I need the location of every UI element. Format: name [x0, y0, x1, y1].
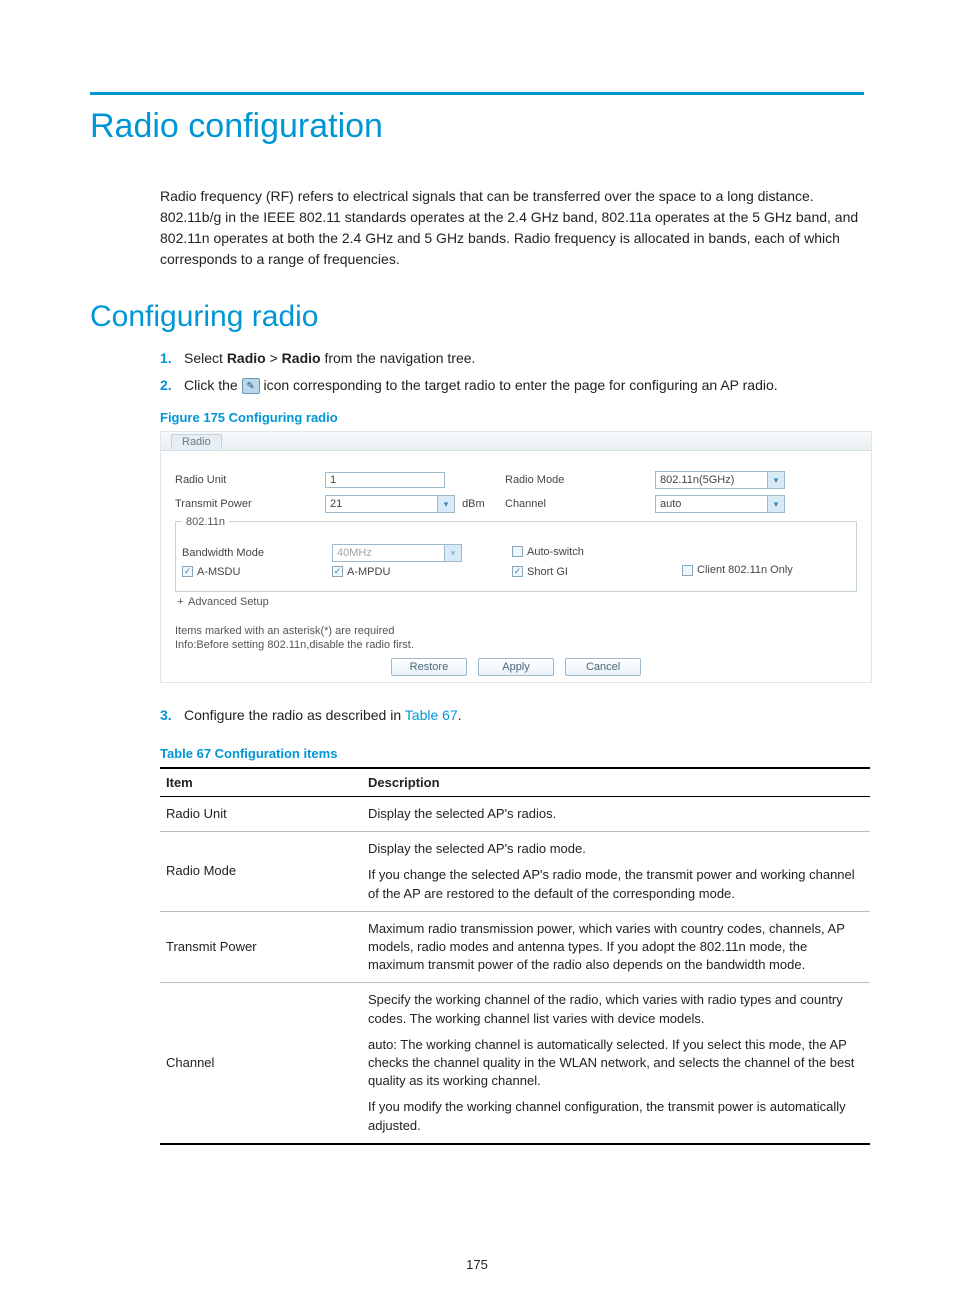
step-1-text-pre: Select [184, 350, 227, 366]
client-80211n-only-checkbox[interactable]: Client 802.11n Only [682, 564, 793, 576]
tab-radio[interactable]: Radio [171, 434, 222, 449]
checkbox-icon [682, 565, 693, 576]
step-1-sep: > [266, 350, 282, 366]
top-rule [90, 92, 864, 95]
table-row: Radio Mode Display the selected AP's rad… [160, 832, 870, 912]
step-2: Click the ✎ icon corresponding to the ta… [160, 375, 864, 396]
checkbox-icon: ✓ [182, 566, 193, 577]
tabbar: Radio [161, 432, 871, 451]
table-row: Transmit Power Maximum radio transmissio… [160, 911, 870, 983]
ampdu-label: A-MPDU [347, 566, 390, 578]
step-3-text-pre: Configure the radio as described in [184, 707, 405, 723]
advanced-setup-toggle[interactable]: +Advanced Setup [175, 596, 857, 608]
cell-desc: Specify the working channel of the radio… [362, 983, 870, 1144]
transmit-power-select[interactable]: 21 ▾ [325, 495, 455, 513]
label-radio-mode: Radio Mode [505, 474, 655, 486]
chevron-down-icon: ▾ [437, 496, 454, 512]
auto-switch-checkbox[interactable]: Auto-switch [512, 546, 584, 558]
cancel-button[interactable]: Cancel [565, 658, 641, 676]
radio-unit-field[interactable]: 1 [325, 472, 445, 488]
short-gi-checkbox[interactable]: ✓ Short GI [512, 566, 568, 578]
table-head-row: Item Description [160, 768, 870, 797]
cell-item: Transmit Power [160, 911, 362, 983]
intro-paragraph: Radio frequency (RF) refers to electrica… [160, 186, 864, 270]
step-2-text-pre: Click the [184, 377, 242, 393]
figure-caption: Figure 175 Configuring radio [160, 410, 864, 425]
link-table-67[interactable]: Table 67 [405, 707, 458, 723]
advanced-setup-label: Advanced Setup [188, 596, 269, 608]
transmit-power-value: 21 [330, 498, 342, 510]
apply-button[interactable]: Apply [478, 658, 554, 676]
figure-ui: Radio Radio Unit 1 Radio Mode 802.11n(5G… [160, 431, 872, 683]
step-3-text-post: . [458, 707, 462, 723]
chevron-down-icon: ▾ [767, 472, 784, 488]
label-transmit-power: Transmit Power [175, 498, 325, 510]
col-item: Item [160, 768, 362, 797]
step-1-bold1: Radio [227, 350, 266, 366]
label-radio-unit: Radio Unit [175, 474, 325, 486]
cell-desc-c: If you modify the working channel config… [368, 1098, 864, 1134]
radio-mode-select[interactable]: 802.11n(5GHz) ▾ [655, 471, 785, 489]
channel-select[interactable]: auto ▾ [655, 495, 785, 513]
cell-desc-b: If you change the selected AP's radio mo… [368, 866, 864, 902]
chevron-down-icon: ▾ [767, 496, 784, 512]
cell-item: Channel [160, 983, 362, 1144]
label-channel: Channel [505, 498, 655, 510]
short-gi-label: Short GI [527, 566, 568, 578]
chevron-down-icon: ▾ [444, 545, 461, 561]
edit-icon: ✎ [242, 378, 260, 394]
bandwidth-mode-value: 40MHz [337, 547, 372, 559]
table-row: Radio Unit Display the selected AP's rad… [160, 797, 870, 832]
step-1-bold2: Radio [282, 350, 321, 366]
cell-item: Radio Mode [160, 832, 362, 912]
table-caption: Table 67 Configuration items [160, 746, 864, 761]
step-3: Configure the radio as described in Tabl… [160, 705, 864, 726]
fieldset-legend: 802.11n [182, 516, 229, 528]
label-dbm: dBm [462, 498, 485, 510]
table-row: Channel Specify the working channel of t… [160, 983, 870, 1144]
amsdu-checkbox[interactable]: ✓ A-MSDU [182, 566, 240, 578]
plus-icon: + [175, 597, 186, 608]
cell-desc: Display the selected AP's radios. [362, 797, 870, 832]
amsdu-label: A-MSDU [197, 566, 240, 578]
step-2-text-post: icon corresponding to the target radio t… [263, 377, 777, 393]
checkbox-icon [512, 546, 523, 557]
required-note: Items marked with an asterisk(*) are req… [175, 624, 871, 638]
step-1-text-post: from the navigation tree. [321, 350, 476, 366]
radio-mode-value: 802.11n(5GHz) [660, 474, 734, 486]
client-80211n-only-label: Client 802.11n Only [697, 564, 793, 576]
step-1: Select Radio > Radio from the navigation… [160, 348, 864, 369]
page-title: Radio configuration [90, 107, 864, 146]
cell-desc: Display the selected AP's radio mode. If… [362, 832, 870, 912]
cell-desc-a: Specify the working channel of the radio… [368, 992, 843, 1025]
auto-switch-label: Auto-switch [527, 546, 584, 558]
fieldset-80211n: 802.11n Bandwidth Mode 40MHz ▾ Auto-swit… [175, 521, 857, 592]
page-number: 175 [0, 1257, 954, 1272]
configuration-table: Item Description Radio Unit Display the … [160, 767, 870, 1145]
label-bandwidth-mode: Bandwidth Mode [182, 547, 332, 559]
channel-value: auto [660, 498, 681, 510]
cell-desc-b: auto: The working channel is automatical… [368, 1036, 864, 1091]
bandwidth-mode-select[interactable]: 40MHz ▾ [332, 544, 462, 562]
info-note: Info:Before setting 802.11n,disable the … [175, 638, 871, 652]
col-description: Description [362, 768, 870, 797]
ampdu-checkbox[interactable]: ✓ A-MPDU [332, 566, 390, 578]
checkbox-icon: ✓ [332, 566, 343, 577]
checkbox-icon: ✓ [512, 566, 523, 577]
cell-desc-a: Display the selected AP's radio mode. [368, 841, 586, 856]
section-title: Configuring radio [90, 300, 864, 334]
restore-button[interactable]: Restore [391, 658, 467, 676]
cell-item: Radio Unit [160, 797, 362, 832]
cell-desc: Maximum radio transmission power, which … [362, 911, 870, 983]
